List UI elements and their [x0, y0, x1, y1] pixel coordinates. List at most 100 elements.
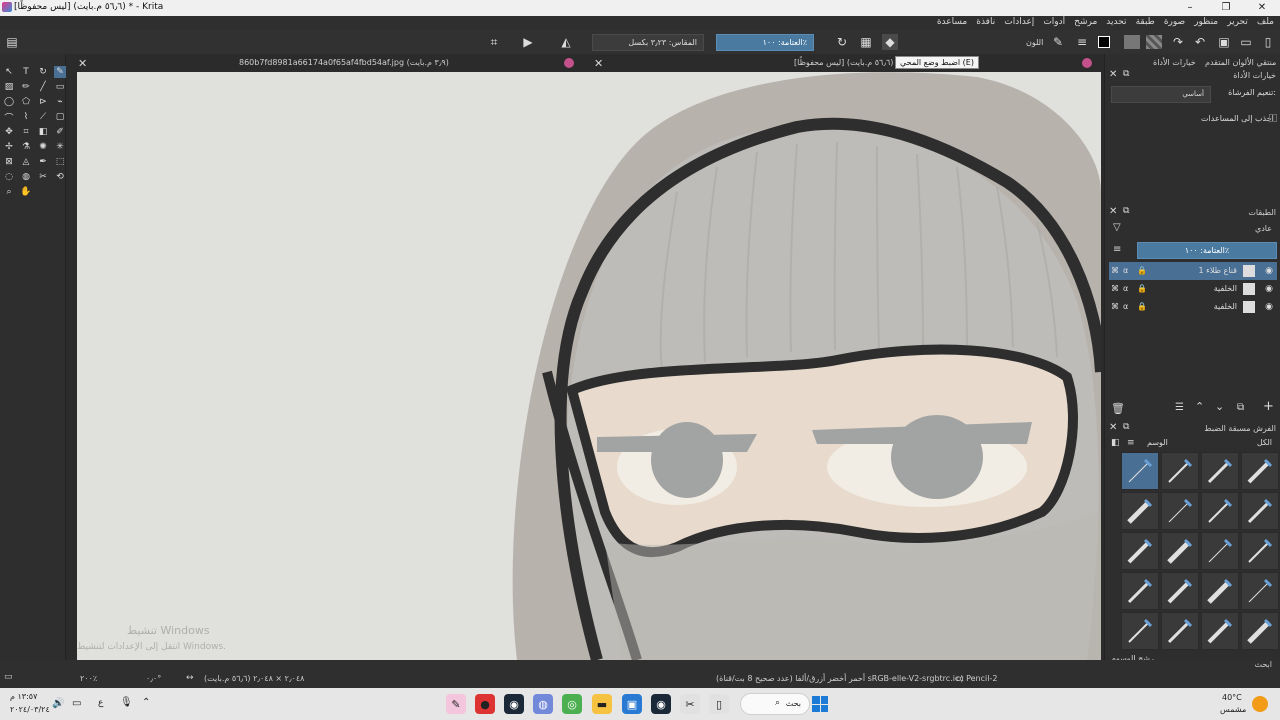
redo-icon[interactable]: ↷ [1170, 34, 1186, 50]
inherit-alpha-icon[interactable]: ⌘ [1111, 280, 1119, 298]
freehand-select-icon[interactable]: ✂ [37, 171, 49, 183]
menu-item[interactable]: تحديد [1106, 17, 1126, 27]
tab-tool-options[interactable]: خيارات الأداة [1153, 56, 1196, 69]
brush-preset-icon[interactable]: ✎ [1050, 34, 1066, 50]
app-taskbar-icon[interactable]: ● [475, 694, 495, 714]
dynamic-brush-icon[interactable]: ⌇ [20, 111, 32, 123]
transform-icon[interactable]: ▢ [54, 111, 66, 123]
store-taskbar-icon[interactable]: ▣ [622, 694, 642, 714]
polygon-icon[interactable]: ⬠ [20, 96, 32, 108]
menu-item[interactable]: صورة [1164, 17, 1185, 27]
show-hidden-icons-icon[interactable]: ⌃ [142, 697, 150, 708]
ink-pen-preset-icon[interactable] [1161, 492, 1199, 530]
close-window-button[interactable]: ✕ [1244, 0, 1280, 16]
visibility-icon[interactable]: ◉ [1265, 280, 1273, 298]
inherit-alpha-icon[interactable]: ⌘ [1111, 298, 1119, 316]
menu-item[interactable]: إعدادات [1004, 17, 1034, 27]
marker-preset-icon[interactable] [1241, 492, 1279, 530]
alpha-icon[interactable]: α [1123, 280, 1128, 298]
tag-toggle-icon[interactable]: ◧ [1111, 438, 1120, 448]
brush-size-field[interactable]: المقاس: ٣٫٢٣ بكسل [592, 34, 704, 51]
float-docker-icon[interactable]: ⧉ [1123, 206, 1129, 216]
close-docker-icon[interactable]: ✕ [1109, 69, 1117, 80]
pan-icon[interactable]: ✋ [20, 186, 32, 198]
polyline-icon[interactable]: ⊳ [37, 96, 49, 108]
float-docker-icon[interactable]: ⧉ [1123, 422, 1129, 432]
reload-preset-icon[interactable]: ↻ [834, 34, 850, 50]
calligraphy-icon[interactable]: ↻ [37, 66, 49, 78]
duplicate-layer-icon[interactable]: ⧉ [1237, 402, 1244, 413]
smoothing-select[interactable]: أساسي [1111, 86, 1211, 103]
airbrush-preset-icon[interactable] [1201, 532, 1239, 570]
foreground-color-swatch[interactable] [1098, 36, 1110, 48]
close-docker-icon[interactable]: ✕ [1109, 206, 1117, 217]
crop-tool-icon[interactable]: ⌗ [20, 126, 32, 138]
chrome-taskbar-icon[interactable]: ◎ [562, 694, 582, 714]
play-icon[interactable]: ▶ [520, 34, 536, 50]
move-layer-up-icon[interactable]: ⌃ [1195, 400, 1204, 413]
gradient-fill-icon[interactable]: ◧ [37, 126, 49, 138]
assistant-icon[interactable]: ⊠ [3, 156, 15, 168]
filter-icon[interactable]: ▽ [1113, 222, 1121, 233]
open-icon[interactable]: ▭ [1238, 34, 1254, 50]
canvas-only-icon[interactable]: ▭ [4, 672, 13, 682]
marker-preset-icon[interactable] [1241, 612, 1279, 650]
layer-row[interactable]: ⌘ α 🔒 الخلفية ◉ [1109, 280, 1277, 298]
fill-alt-icon[interactable]: ✳ [54, 141, 66, 153]
menu-item[interactable]: مساعدة [937, 17, 967, 27]
undo-icon[interactable]: ↶ [1192, 34, 1208, 50]
ink-pen-preset-icon[interactable] [1161, 572, 1199, 610]
rotate-icon[interactable]: ⟲ [54, 171, 66, 183]
pattern-icon[interactable] [1146, 35, 1162, 49]
alpha-lock-icon[interactable]: ▦ [858, 34, 874, 50]
pencil-preset-icon[interactable] [1121, 452, 1159, 490]
maximize-button[interactable]: ❐ [1208, 0, 1244, 16]
ellipse-icon[interactable]: ◯ [3, 96, 15, 108]
add-layer-icon[interactable]: + [1263, 399, 1274, 414]
task-view-taskbar-icon[interactable]: ▯ [709, 694, 729, 714]
inherit-alpha-icon[interactable]: ⌘ [1111, 262, 1119, 280]
reference-icon[interactable]: ✒ [37, 156, 49, 168]
airbrush-preset-icon[interactable] [1201, 612, 1239, 650]
blend-mode-select[interactable]: عادي [1255, 224, 1272, 233]
taskbar-search-box[interactable]: بحث ⌕ [740, 693, 810, 715]
menu-item[interactable]: مرشح [1074, 17, 1097, 27]
snap-assistants-checkbox[interactable] [1269, 114, 1277, 122]
close-tab-icon[interactable]: ✕ [594, 57, 603, 70]
colorize-mask-icon[interactable]: ✢ [3, 141, 15, 153]
close-docker-icon[interactable]: ✕ [1109, 422, 1117, 433]
text-icon[interactable]: T [20, 66, 32, 78]
preset-menu-icon[interactable]: ≡ [1127, 438, 1135, 448]
gradient-icon[interactable] [1124, 35, 1140, 49]
freehand-brush-icon[interactable]: ✏ [20, 81, 32, 93]
fill-icon[interactable]: ✺ [37, 141, 49, 153]
menu-item[interactable]: منظور [1194, 17, 1218, 27]
airbrush-preset-icon[interactable] [1201, 572, 1239, 610]
layer-row[interactable]: ⌘ α 🔒 قناع طلاء 1 ◉ [1109, 262, 1277, 280]
lock-icon[interactable]: 🔒 [1137, 280, 1147, 298]
steam-client-taskbar-icon[interactable]: ◉ [651, 694, 671, 714]
airbrush-preset-icon[interactable] [1201, 452, 1239, 490]
steam-taskbar-icon[interactable]: ◉ [504, 694, 524, 714]
microphone-icon[interactable]: 🎙 [120, 697, 133, 708]
opacity-field[interactable]: العتامة: ١٠٠٪ [716, 34, 814, 51]
all-tags-label[interactable]: الكل [1257, 438, 1272, 447]
close-tab-icon[interactable]: ✕ [78, 57, 87, 70]
snipping-tool-taskbar-icon[interactable]: ✂ [680, 694, 700, 714]
visibility-icon[interactable]: ◉ [1265, 298, 1273, 316]
ellipse-select-icon[interactable]: ◌ [3, 171, 15, 183]
tab-jpg-document[interactable]: 860b7fd8981a66174a0f65af4fbd54af.jpg (٣٫… [231, 54, 457, 72]
save-icon[interactable]: ▣ [1216, 34, 1232, 50]
layer-properties-icon[interactable]: ☰ [1175, 402, 1184, 413]
move-layer-down-icon[interactable]: ⌄ [1215, 400, 1224, 413]
menu-item[interactable]: طبقة [1136, 17, 1155, 27]
volume-icon[interactable]: 🔊 [52, 698, 64, 709]
menu-item[interactable]: ملف [1257, 17, 1274, 27]
tab-unsaved-document[interactable]: [ليس محفوظًا] (٥٦٫٦ م.بايت) * [786, 54, 908, 72]
ink-pen-preset-icon[interactable] [1161, 612, 1199, 650]
lock-icon[interactable]: 🔒 [1137, 298, 1147, 316]
language-icon[interactable]: ع [98, 698, 103, 708]
alpha-icon[interactable]: α [1123, 298, 1128, 316]
file-explorer-taskbar-icon[interactable]: ▬ [592, 694, 612, 714]
alpha-icon[interactable]: α [1123, 262, 1128, 280]
